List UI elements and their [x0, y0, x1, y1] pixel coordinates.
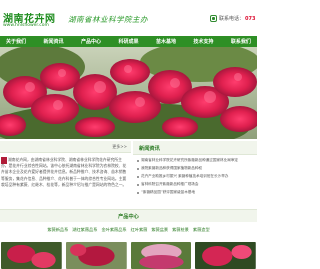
news-item[interactable]: 我院紫薇新品种获得国家植物新品种权: [137, 165, 257, 173]
nav-contact[interactable]: 联系我们: [231, 38, 251, 45]
hotline-label: 联系电话：: [219, 16, 245, 22]
nav-nursery[interactable]: 苗木基地: [156, 38, 176, 45]
nav-news[interactable]: 新闻资讯: [43, 38, 63, 45]
crape-myrtle-photo: [0, 47, 257, 139]
news-item[interactable]: 花卉产业助推乡村振兴 紫薇种植技术培训班在长沙举办: [137, 173, 257, 181]
intro-header: 更多>>: [0, 141, 131, 153]
hero-banner-image[interactable]: [0, 47, 257, 139]
product-thumbnail[interactable]: [130, 242, 192, 269]
nav-tech-support[interactable]: 技术支持: [193, 38, 213, 45]
news-title: 新闻资讯: [139, 146, 160, 152]
product-category[interactable]: 紫薇新品系: [47, 227, 68, 233]
main-nav: 关于我们 新闻资讯 产品中心 科研成果 苗木基地 技术支持 联系我们: [0, 36, 257, 47]
site-url: www.hnlsflower.com: [3, 23, 49, 28]
hotline: 联系电话： 073: [210, 15, 255, 22]
intro-more-link[interactable]: 更多>>: [112, 144, 127, 150]
company-intro: 更多>> 湖南花卉网，由湖南省林业科学院、湖南省林业科学院花卉研究所主办，是花卉…: [0, 141, 131, 207]
hotline-number: 073: [245, 15, 256, 22]
news-section: 新闻资讯 湖南省林业科学院花卉研究所紫薇新品种通过国家林业局审定 我院紫薇新品种…: [133, 141, 257, 207]
product-thumbnail[interactable]: [65, 242, 127, 269]
news-list: 湖南省林业科学院花卉研究所紫薇新品种通过国家林业局审定 我院紫薇新品种获得国家植…: [137, 157, 257, 197]
product-category[interactable]: 湖红紫薇品系: [72, 227, 97, 233]
news-item[interactable]: 省林科院召开紫薇新品种推广现场会: [137, 181, 257, 189]
product-category[interactable]: 金叶紫薇品系: [101, 227, 126, 233]
product-categories: 紫薇新品系 湖红紫薇品系 金叶紫薇品系 红叶紫薇 紫薇盆景 紫薇桩景 紫薇造型: [0, 227, 257, 233]
site-header: 湖南花卉网 www.hnlsflower.com 湖南省林业科学院主办 联系电话…: [0, 0, 257, 36]
product-category[interactable]: 红叶紫薇: [131, 227, 148, 233]
product-thumbnail[interactable]: [1, 242, 62, 269]
products-header: 产品中心: [0, 209, 257, 222]
products-title: 产品中心: [118, 214, 139, 220]
nav-about[interactable]: 关于我们: [6, 38, 26, 45]
nav-research[interactable]: 科研成果: [118, 38, 138, 45]
product-category[interactable]: 紫薇造型: [193, 227, 210, 233]
news-item[interactable]: 湖南省林业科学院花卉研究所紫薇新品种通过国家林业局审定: [137, 157, 257, 165]
product-category[interactable]: 紫薇盆景: [151, 227, 168, 233]
product-thumbnail[interactable]: [195, 242, 256, 269]
news-item[interactable]: “紫薇精品园”获评国家级苗木基地: [137, 189, 257, 197]
phone-icon: [210, 15, 217, 22]
nav-products[interactable]: 产品中心: [81, 38, 101, 45]
product-category[interactable]: 紫薇桩景: [172, 227, 189, 233]
product-thumbnails: [0, 242, 257, 269]
news-header: 新闻资讯: [133, 141, 257, 155]
intro-text: 湖南花卉网，由湖南省林业科学院、湖南省林业科学院花卉研究所主办，是花卉行业综合性…: [1, 157, 127, 187]
site-slogan: 湖南省林业科学院主办: [68, 15, 148, 24]
